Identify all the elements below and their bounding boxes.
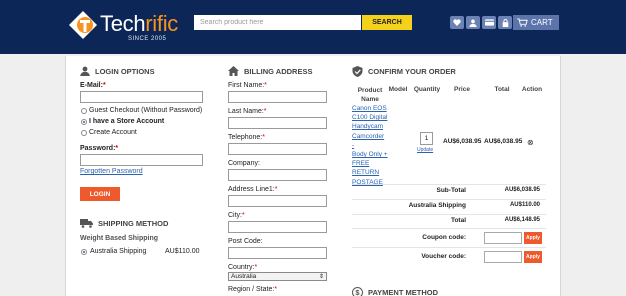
address-line1-field[interactable] (228, 195, 327, 207)
col-total: Total (494, 86, 510, 93)
email-label: E-Mail:* (80, 82, 106, 89)
truck-icon (80, 219, 93, 228)
shipping-method-section: SHIPPING METHOD (80, 216, 168, 230)
heart-icon (453, 19, 461, 26)
user-icon (80, 66, 90, 76)
shield-check-icon (352, 65, 363, 77)
login-button[interactable]: LOGIN (80, 187, 120, 201)
shipping-total-value: AU$110.00 (509, 202, 540, 208)
shipping-total-row: Australia Shipping AU$110.00 (352, 199, 546, 211)
city-field[interactable] (228, 221, 327, 233)
confirm-order-title: CONFIRM YOUR ORDER (368, 66, 456, 76)
coupon-row: Coupon code: Apply (352, 228, 546, 246)
login-options-title: LOGIN OPTIONS (95, 66, 155, 76)
telephone-label: Telephone:* (228, 134, 265, 141)
city-label: City:* (228, 212, 245, 219)
store-account-radio[interactable] (81, 119, 87, 125)
cart-label: CART (531, 18, 553, 27)
cart-button[interactable]: CART (513, 15, 559, 30)
dollar-icon: $ (352, 286, 363, 296)
grand-total-label: Total (450, 217, 466, 224)
shipping-option-label: Australia Shipping (90, 248, 147, 255)
last-name-field[interactable] (228, 117, 327, 129)
subtotal-row: Sub-Total AU$6,038.95 (352, 184, 546, 196)
user-icon (469, 19, 477, 27)
company-field[interactable] (228, 169, 327, 181)
subtotal-value: AU$6,038.95 (504, 187, 540, 193)
cart-icon (517, 18, 528, 27)
guest-checkout-label: Guest Checkout (Without Password) (89, 107, 203, 114)
voucher-label: Voucher code: (421, 253, 466, 260)
shipping-method-title: SHIPPING METHOD (98, 218, 169, 228)
techrific-logo[interactable]: Techrific SINCE 2005 (68, 8, 188, 46)
quantity-input[interactable]: 1 (420, 132, 433, 145)
confirm-order-section: CONFIRM YOUR ORDER (352, 64, 546, 78)
select-arrows-icon: ⇕ (318, 274, 324, 280)
product-link[interactable]: Canon EOS C100 Digital Handycam Camcorde… (352, 104, 388, 187)
shipping-option-price: AU$110.00 (165, 248, 200, 255)
col-quantity: Quantity (413, 86, 441, 93)
first-name-field[interactable] (228, 91, 327, 103)
lock-icon (502, 18, 508, 27)
create-account-radio[interactable] (81, 130, 87, 136)
search-input[interactable] (194, 15, 361, 30)
australia-shipping-radio[interactable] (81, 249, 87, 255)
col-price: Price (454, 86, 470, 93)
card-icon (484, 19, 494, 26)
home-icon (228, 66, 239, 76)
voucher-apply-button[interactable]: Apply (524, 251, 542, 263)
logo-mark-icon (69, 11, 97, 39)
subtotal-label: Sub-Total (436, 187, 467, 194)
wishlist-button[interactable] (450, 16, 464, 29)
item-total: AU$6,038.95 (484, 138, 523, 145)
voucher-code-input[interactable] (484, 251, 522, 263)
create-account-label: Create Account (89, 129, 137, 136)
checkout-button[interactable] (498, 16, 512, 29)
coupon-label: Coupon code: (422, 234, 466, 241)
password-label: Password:* (80, 145, 119, 152)
first-name-label: First Name:* (228, 82, 267, 89)
item-price: AU$6,038.95 (443, 138, 482, 145)
grand-total-value: AU$6,148.95 (504, 217, 540, 223)
login-options-section: LOGIN OPTIONS (80, 64, 210, 78)
update-link[interactable]: Update (417, 147, 433, 153)
country-select[interactable]: Australia ⇕ (228, 272, 327, 281)
store-account-label: I have a Store Account (89, 118, 165, 125)
svg-text:$: $ (355, 288, 360, 296)
voucher-row: Voucher code: Apply (352, 247, 546, 265)
email-field[interactable] (80, 91, 203, 103)
address-line1-label: Address Line1:* (228, 186, 278, 193)
col-model: Model (388, 86, 408, 93)
search-button[interactable]: SEARCH (362, 15, 412, 30)
country-value: Australia (231, 273, 257, 280)
post-code-field[interactable] (228, 247, 327, 259)
password-field[interactable] (80, 154, 203, 166)
coupon-apply-button[interactable]: Apply (524, 232, 542, 244)
telephone-field[interactable] (228, 143, 327, 155)
col-action: Action (521, 86, 543, 93)
shipping-subtitle: Weight Based Shipping (80, 235, 159, 242)
grand-total-row: Total AU$6,148.95 (352, 214, 546, 226)
brand-name: Techrific (100, 11, 178, 36)
region-label: Region / State:* (228, 286, 278, 293)
guest-checkout-radio[interactable] (81, 108, 87, 114)
payment-method-section: $ PAYMENT METHOD (352, 285, 438, 296)
site-header: Techrific SINCE 2005 SEARCH CART (0, 0, 626, 54)
billing-address-section: BILLING ADDRESS (228, 64, 338, 78)
payment-method-title: PAYMENT METHOD (368, 287, 439, 296)
brand-since: SINCE 2005 (128, 36, 167, 42)
payment-button[interactable] (482, 16, 496, 29)
account-button[interactable] (466, 16, 480, 29)
post-code-label: Post Code: (228, 238, 263, 245)
company-label: Company: (228, 160, 260, 167)
col-product-name: Product Name (357, 87, 383, 103)
coupon-code-input[interactable] (484, 232, 522, 244)
country-label: Country:* (228, 264, 258, 271)
remove-item-icon[interactable]: ⊗ (527, 138, 534, 147)
billing-address-title: BILLING ADDRESS (244, 66, 313, 76)
forgotten-password-link[interactable]: Forgotten Password (80, 168, 143, 175)
shipping-total-label: Australia Shipping (408, 202, 466, 209)
last-name-label: Last Name:* (228, 108, 267, 115)
